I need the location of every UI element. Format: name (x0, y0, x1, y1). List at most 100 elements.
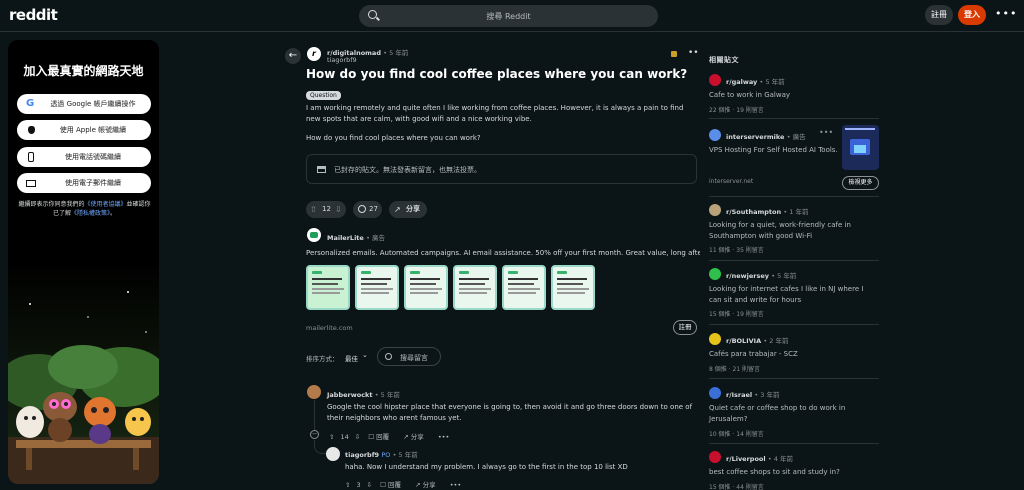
sidebar-ad-url[interactable]: interserver.net (709, 178, 753, 185)
share-icon: ↗ (394, 205, 401, 214)
comment-more-icon[interactable]: ••• (450, 481, 462, 489)
collapse-thread-icon[interactable]: − (310, 430, 319, 439)
sidebar-ad-advertiser[interactable]: interservermike • 廣告 (726, 131, 806, 141)
more-options-icon[interactable]: ••• (995, 7, 1017, 20)
back-button[interactable]: ← (285, 48, 301, 64)
user-agreement-link[interactable]: 《使用者協議》 (84, 201, 126, 208)
related-post-sub[interactable]: r/Southampton • 1 年前 (726, 206, 808, 216)
terms-text: 繼續即表示你同意我們的《使用者協議》並確認你已了解《隱私權政策》。 (16, 200, 153, 218)
ad-text: Personalized emails. Automated campaigns… (306, 249, 707, 257)
phone-signin-button[interactable]: 使用電話號碼繼續 (17, 147, 151, 167)
related-post-title[interactable]: Cafés para trabajar - SCZ (709, 349, 839, 360)
ad-image-4[interactable] (453, 265, 497, 310)
upvote-icon[interactable]: ⇧ (310, 201, 317, 218)
chevron-down-icon[interactable]: ⌄ (362, 351, 368, 359)
ad-image-1[interactable] (306, 265, 350, 310)
view-more-button[interactable]: 檢視更多 (842, 176, 879, 190)
promo-title: 加入最真實的網路天地 (23, 64, 144, 78)
related-post-sub[interactable]: r/BOLIVIA • 2 年前 (726, 335, 788, 345)
advertiser-name[interactable]: MailerLite (327, 234, 364, 242)
related-post-title[interactable]: Cafe to work in Galway (709, 90, 839, 101)
avatar[interactable] (307, 385, 321, 399)
sort-dropdown[interactable]: 最佳 (345, 353, 358, 363)
reply-button[interactable]: ☐ 回覆 (380, 481, 407, 489)
avatar[interactable] (326, 447, 340, 461)
comment-author[interactable]: tiagorbf9 (345, 451, 379, 459)
sidebar-ad-image[interactable] (842, 125, 879, 170)
google-signin-button[interactable]: G 透過 Google 帳戶繼續操作 (17, 94, 151, 114)
related-sub-name[interactable]: r/newjersey (726, 272, 769, 280)
related-time: • 5 年前 (759, 78, 785, 86)
comment-header: tiagorbf9 PO • 5 年前 (345, 449, 418, 459)
ad-image-2[interactable] (355, 265, 399, 310)
post-time: • 5 年前 (383, 49, 409, 57)
related-time: • 4 年前 (767, 455, 793, 463)
related-post-sub[interactable]: r/galway • 5 年前 (726, 76, 785, 86)
related-post-stats: 11 個推 · 35 則留言 (709, 247, 764, 254)
subreddit-icon (709, 333, 721, 345)
related-post-stats: 10 個推 · 14 則留言 (709, 431, 764, 438)
comment-more-icon[interactable]: ••• (438, 433, 450, 441)
related-post-stats: 8 個推 · 21 則留言 (709, 366, 760, 373)
downvote-icon[interactable]: ⇩ (367, 481, 372, 489)
share-button[interactable]: ↗ 分享 (415, 481, 442, 489)
comment-search-input[interactable]: 搜尋留言 (377, 347, 441, 366)
related-sub-name[interactable]: r/Southampton (726, 208, 781, 216)
comment-search-placeholder: 搜尋留言 (400, 354, 428, 362)
search-icon (385, 353, 392, 360)
search-bar[interactable]: 搜尋 Reddit (359, 5, 658, 27)
related-post-title[interactable]: Quiet cafe or coffee shop to do work in … (709, 403, 859, 424)
sidebar-ad-name[interactable]: interservermike (726, 133, 784, 141)
scrollbar[interactable] (1018, 32, 1024, 490)
subreddit-icon (709, 204, 721, 216)
archived-notice: 已封存的貼文。無法發表新留言，也無法投票。 (306, 154, 697, 184)
ad-signup-button[interactable]: 註冊 (673, 320, 697, 335)
related-post-title[interactable]: Looking for a quiet, work-friendly cafe … (709, 220, 859, 241)
comment-author[interactable]: Jabberwockt (327, 391, 372, 399)
related-sub-name[interactable]: r/galway (726, 78, 757, 86)
sidebar-ad-more-icon[interactable]: ••• (819, 128, 833, 137)
related-sub-name[interactable]: r/BOLIVIA (726, 337, 761, 345)
ad-image-6[interactable] (551, 265, 595, 310)
reply-button[interactable]: ☐ 回覆 (368, 433, 395, 441)
related-sub-name[interactable]: r/Liverpool (726, 455, 766, 463)
subreddit-avatar[interactable]: r (307, 47, 321, 61)
related-sub-name[interactable]: r/Israel (726, 391, 752, 399)
related-post-title[interactable]: Looking for internet cafes I like in NJ … (709, 284, 869, 305)
related-post-sub[interactable]: r/Liverpool • 4 年前 (726, 453, 793, 463)
related-post-sub[interactable]: r/newjersey • 5 年前 (726, 270, 796, 280)
upvote-icon[interactable]: ⇧ (345, 481, 350, 489)
ad-image-5[interactable] (502, 265, 546, 310)
comments-button[interactable]: 27 (353, 201, 382, 218)
email-signin-button[interactable]: 使用電子郵件繼續 (17, 173, 151, 193)
login-button[interactable]: 登入 (958, 5, 986, 25)
privacy-policy-link[interactable]: 《隱私權政策》 (71, 210, 110, 217)
related-post-stats: 15 個推 · 19 則留言 (709, 311, 764, 318)
share-button[interactable]: ↗ 分享 (389, 201, 427, 218)
comment-votes: 3 (356, 481, 361, 489)
related-post-title[interactable]: best coffee shops to sit and study in? (709, 467, 859, 478)
sidebar-ad-title[interactable]: VPS Hosting For Self Hosted AI Tools. (709, 145, 839, 156)
upvote-icon[interactable]: ⇧ (329, 433, 334, 441)
award-icon[interactable] (671, 51, 677, 57)
downvote-icon[interactable]: ⇩ (355, 433, 360, 441)
divider (709, 196, 879, 197)
signup-button[interactable]: 註冊 (925, 5, 953, 25)
ad-url[interactable]: mailerlite.com (306, 324, 353, 332)
advertiser-avatar[interactable] (307, 228, 321, 242)
vote-count: 12 (322, 205, 331, 213)
post-body-paragraph-2: How do you find cool places where you ca… (306, 134, 481, 142)
related-post-sub[interactable]: r/Israel • 3 年前 (726, 389, 779, 399)
post-flair[interactable]: Question (306, 91, 341, 100)
ad-image-3[interactable] (404, 265, 448, 310)
subreddit-icon (709, 268, 721, 280)
reply-label: 回覆 (388, 481, 402, 489)
share-button[interactable]: ↗ 分享 (403, 433, 430, 441)
apple-signin-button[interactable]: 使用 Apple 帳號繼續 (17, 120, 151, 140)
downvote-icon[interactable]: ⇩ (335, 201, 342, 218)
share-label: 分享 (410, 433, 424, 441)
thread-line[interactable] (314, 400, 315, 430)
reddit-logo[interactable]: reddit (9, 6, 58, 24)
post-author[interactable]: tiagorbf9 (327, 56, 357, 64)
google-icon: G (26, 98, 35, 109)
